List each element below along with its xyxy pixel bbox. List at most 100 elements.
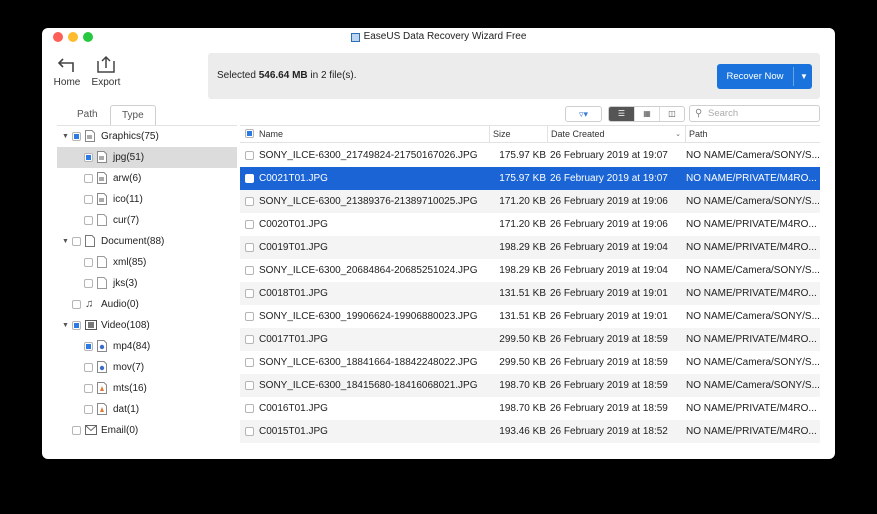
home-button[interactable]: Home (51, 55, 83, 88)
table-row[interactable]: SONY_ILCE-6300_21389376-21389710025.JPG … (240, 190, 820, 213)
row-checkbox[interactable] (245, 266, 254, 275)
tree-item-jks[interactable]: jks(3) (57, 273, 237, 294)
table-row[interactable]: C0020T01.JPG 171.20 KB 26 February 2019 … (240, 213, 820, 236)
minimize-window-button[interactable] (68, 32, 78, 42)
checkbox-mts[interactable] (84, 384, 93, 393)
tree-label: mov(7) (113, 362, 145, 373)
table-row[interactable]: SONY_ILCE-6300_18841664-18842248022.JPG … (240, 351, 820, 374)
checkbox-jks[interactable] (84, 279, 93, 288)
export-button[interactable]: Export (90, 55, 122, 88)
tab-type[interactable]: Type (110, 105, 156, 125)
tree-item-email[interactable]: Email(0) (57, 420, 237, 441)
search-box[interactable]: ⚲ (689, 105, 820, 122)
row-checkbox[interactable] (245, 174, 254, 183)
file-path: NO NAME/Camera/SONY/S... (686, 196, 820, 207)
table-row[interactable]: SONY_ILCE-6300_20684864-20685251024.JPG … (240, 259, 820, 282)
table-row[interactable]: C0021T01.JPG 175.97 KB 26 February 2019 … (240, 167, 820, 190)
file-size: 198.70 KB (499, 403, 546, 414)
tree-item-cur[interactable]: cur(7) (57, 210, 237, 231)
file-name: C0018T01.JPG (259, 288, 328, 299)
file-size: 193.46 KB (499, 426, 546, 437)
column-header-name[interactable]: Name (256, 126, 489, 143)
tree-item-xml[interactable]: xml(85) (57, 252, 237, 273)
checkbox-graphics[interactable] (72, 132, 81, 141)
preview-view-button[interactable]: ◫ (659, 107, 684, 121)
zoom-window-button[interactable] (83, 32, 93, 42)
checkbox-ico[interactable] (84, 195, 93, 204)
checkbox-audio[interactable] (72, 300, 81, 309)
file-date: 26 February 2019 at 19:04 (550, 265, 668, 276)
checkbox-email[interactable] (72, 426, 81, 435)
table-row[interactable]: C0019T01.JPG 198.29 KB 26 February 2019 … (240, 236, 820, 259)
checkbox-arw[interactable] (84, 174, 93, 183)
close-window-button[interactable] (53, 32, 63, 42)
column-header-date-label: Date Created (551, 129, 605, 139)
grid-view-button[interactable]: ▦ (634, 107, 659, 121)
image-file-icon (97, 172, 107, 184)
list-view-button[interactable]: ☰ (609, 107, 634, 121)
app-icon (350, 32, 360, 42)
tab-path[interactable]: Path (66, 105, 109, 125)
tree-item-mp4[interactable]: mp4(84) (57, 336, 237, 357)
checkbox-dat[interactable] (84, 405, 93, 414)
file-size: 175.97 KB (499, 173, 546, 184)
recover-now-button[interactable]: Recover Now ▼ (717, 64, 812, 89)
tree-item-arw[interactable]: arw(6) (57, 168, 237, 189)
disclosure-triangle-icon[interactable]: ▼ (62, 231, 70, 252)
file-size: 198.29 KB (499, 265, 546, 276)
tree-item-mts[interactable]: mts(16) (57, 378, 237, 399)
tree-item-jpg[interactable]: jpg(51) (57, 147, 237, 168)
file-name: SONY_ILCE-6300_19906624-19906880023.JPG (259, 311, 478, 322)
checkbox-xml[interactable] (84, 258, 93, 267)
file-name: SONY_ILCE-6300_20684864-20685251024.JPG (259, 265, 478, 276)
tree-label: Document(88) (101, 236, 165, 247)
table-row[interactable]: SONY_ILCE-6300_21749824-21750167026.JPG … (240, 144, 820, 167)
row-checkbox[interactable] (245, 381, 254, 390)
row-checkbox[interactable] (245, 220, 254, 229)
row-checkbox[interactable] (245, 312, 254, 321)
tree-item-ico[interactable]: ico(11) (57, 189, 237, 210)
tree-label: Email(0) (101, 425, 139, 436)
row-checkbox[interactable] (245, 289, 254, 298)
row-checkbox[interactable] (245, 404, 254, 413)
row-checkbox[interactable] (245, 243, 254, 252)
table-row[interactable]: SONY_ILCE-6300_18415680-18416068021.JPG … (240, 374, 820, 397)
row-checkbox[interactable] (245, 335, 254, 344)
search-input[interactable] (708, 107, 816, 120)
recover-divider (793, 67, 794, 86)
table-row[interactable]: C0016T01.JPG 198.70 KB 26 February 2019 … (240, 397, 820, 420)
tree-item-audio[interactable]: ♫ Audio(0) (57, 294, 237, 315)
row-checkbox[interactable] (245, 427, 254, 436)
checkbox-video[interactable] (72, 321, 81, 330)
disclosure-triangle-icon[interactable]: ▼ (62, 126, 70, 147)
filter-button[interactable]: ▿▾ (565, 106, 602, 122)
table-row[interactable]: SONY_ILCE-6300_19906624-19906880023.JPG … (240, 305, 820, 328)
checkbox-document[interactable] (72, 237, 81, 246)
row-checkbox[interactable] (245, 358, 254, 367)
row-checkbox[interactable] (245, 197, 254, 206)
checkbox-cur[interactable] (84, 216, 93, 225)
sort-chevron-icon[interactable]: ⌄ (675, 126, 681, 143)
tree-item-document[interactable]: ▼ Document(88) (57, 231, 237, 252)
tree-item-mov[interactable]: mov(7) (57, 357, 237, 378)
table-row[interactable]: C0018T01.JPG 131.51 KB 26 February 2019 … (240, 282, 820, 305)
file-size: 131.51 KB (499, 288, 546, 299)
column-header-path[interactable]: Path (685, 126, 820, 143)
checkbox-mov[interactable] (84, 363, 93, 372)
table-row[interactable]: C0017T01.JPG 299.50 KB 26 February 2019 … (240, 328, 820, 351)
table-row[interactable]: C0015T01.JPG 193.46 KB 26 February 2019 … (240, 420, 820, 443)
checkbox-jpg[interactable] (84, 153, 93, 162)
tree-item-video[interactable]: ▼ Video(108) (57, 315, 237, 336)
checkbox-mp4[interactable] (84, 342, 93, 351)
row-checkbox[interactable] (245, 151, 254, 160)
status-prefix: Selected (217, 70, 259, 81)
tree-item-dat[interactable]: dat(1) (57, 399, 237, 420)
tree-item-graphics[interactable]: ▼ Graphics(75) (57, 126, 237, 147)
column-header-date[interactable]: Date Created ⌄ (547, 126, 685, 143)
column-header-size[interactable]: Size (489, 126, 547, 143)
disclosure-triangle-icon[interactable]: ▼ (62, 315, 70, 336)
file-date: 26 February 2019 at 19:07 (550, 173, 668, 184)
chevron-down-icon[interactable]: ▼ (797, 64, 811, 89)
select-all-checkbox[interactable] (245, 129, 254, 138)
tree-label: Graphics(75) (101, 131, 159, 142)
